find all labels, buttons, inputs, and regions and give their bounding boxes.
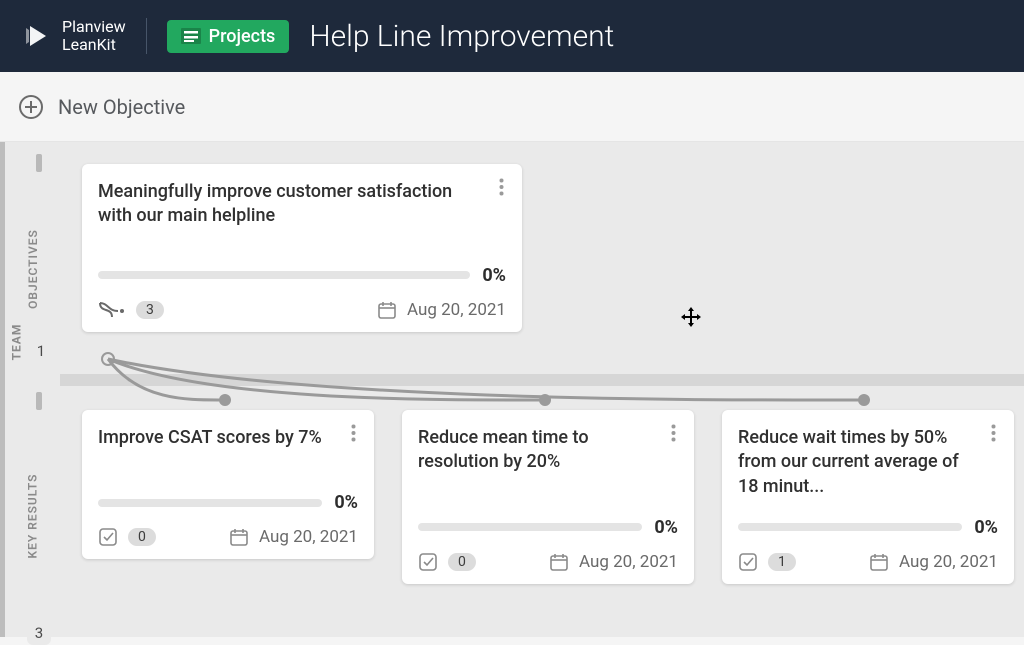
progress-percent: 0% — [482, 265, 506, 286]
rail-tick — [36, 392, 42, 410]
progress-bar — [738, 523, 962, 531]
brand-line1: Planview — [62, 18, 126, 36]
card-menu-button[interactable] — [490, 176, 512, 198]
key-result-card[interactable]: Reduce mean time to resolution by 20% 0%… — [402, 410, 694, 584]
key-result-card[interactable]: Reduce wait times by 50% from our curren… — [722, 410, 1014, 584]
move-cursor-icon — [680, 306, 702, 328]
key-result-card[interactable]: Improve CSAT scores by 7% 0% 0 Aug 20, 2… — [82, 410, 374, 559]
progress-percent: 0% — [334, 492, 358, 513]
new-objective-label: New Objective — [58, 95, 185, 119]
card-menu-button[interactable] — [342, 422, 364, 444]
progress-bar — [98, 271, 470, 279]
task-icon — [98, 527, 118, 547]
app-header: Planview LeanKit Projects Help Line Impr… — [0, 0, 1024, 72]
due-date: Aug 20, 2021 — [579, 552, 678, 572]
calendar-icon — [229, 527, 249, 547]
calendar-icon — [869, 552, 889, 572]
add-objective-button[interactable] — [18, 94, 44, 120]
lane-divider — [60, 374, 1024, 386]
side-rail: OBJECTIVES TEAM 1 KEY RESULTS 3 — [0, 142, 60, 637]
plus-circle-icon — [18, 94, 44, 120]
objective-card[interactable]: Meaningfully improve customer satisfacti… — [82, 164, 522, 332]
team-count-chip: 1 — [30, 340, 52, 362]
kebab-icon — [499, 178, 504, 196]
projects-icon — [181, 28, 201, 44]
task-icon — [738, 552, 758, 572]
key-results-rail-label: KEY RESULTS — [26, 474, 40, 559]
progress-bar — [98, 499, 322, 507]
progress-bar — [418, 523, 642, 531]
okr-canvas: OBJECTIVES TEAM 1 KEY RESULTS 3 Meaningf… — [0, 142, 1024, 637]
objective-title: Meaningfully improve customer satisfacti… — [98, 180, 506, 229]
calendar-icon — [377, 300, 397, 320]
branch-icon — [98, 301, 126, 319]
page-title: Help Line Improvement — [309, 19, 614, 54]
calendar-icon — [549, 552, 569, 572]
team-rail-label: TEAM — [9, 324, 23, 361]
card-menu-button[interactable] — [662, 422, 684, 444]
task-count: 1 — [768, 553, 796, 571]
planview-icon — [20, 20, 52, 52]
kebab-icon — [351, 424, 356, 442]
progress-percent: 0% — [974, 517, 998, 538]
brand-logo[interactable]: Planview LeanKit — [20, 18, 126, 53]
objectives-rail-label: OBJECTIVES — [26, 229, 40, 309]
kr-title: Reduce wait times by 50% from our curren… — [738, 426, 998, 499]
task-icon — [418, 552, 438, 572]
kr-count-chip: 3 — [27, 621, 51, 645]
kebab-icon — [671, 424, 676, 442]
kr-title: Reduce mean time to resolution by 20% — [418, 426, 678, 475]
children-count: 3 — [136, 301, 164, 319]
task-count: 0 — [128, 528, 156, 546]
due-date: Aug 20, 2021 — [899, 552, 998, 572]
task-count: 0 — [448, 553, 476, 571]
card-menu-button[interactable] — [982, 422, 1004, 444]
kr-title: Improve CSAT scores by 7% — [98, 426, 358, 450]
projects-badge-label: Projects — [209, 26, 276, 47]
vertical-divider — [146, 18, 147, 54]
toolbar: New Objective — [0, 72, 1024, 142]
brand-line2: LeanKit — [62, 36, 126, 54]
due-date: Aug 20, 2021 — [407, 300, 506, 320]
projects-badge[interactable]: Projects — [167, 20, 290, 53]
due-date: Aug 20, 2021 — [259, 527, 358, 547]
progress-percent: 0% — [654, 517, 678, 538]
kebab-icon — [991, 424, 996, 442]
